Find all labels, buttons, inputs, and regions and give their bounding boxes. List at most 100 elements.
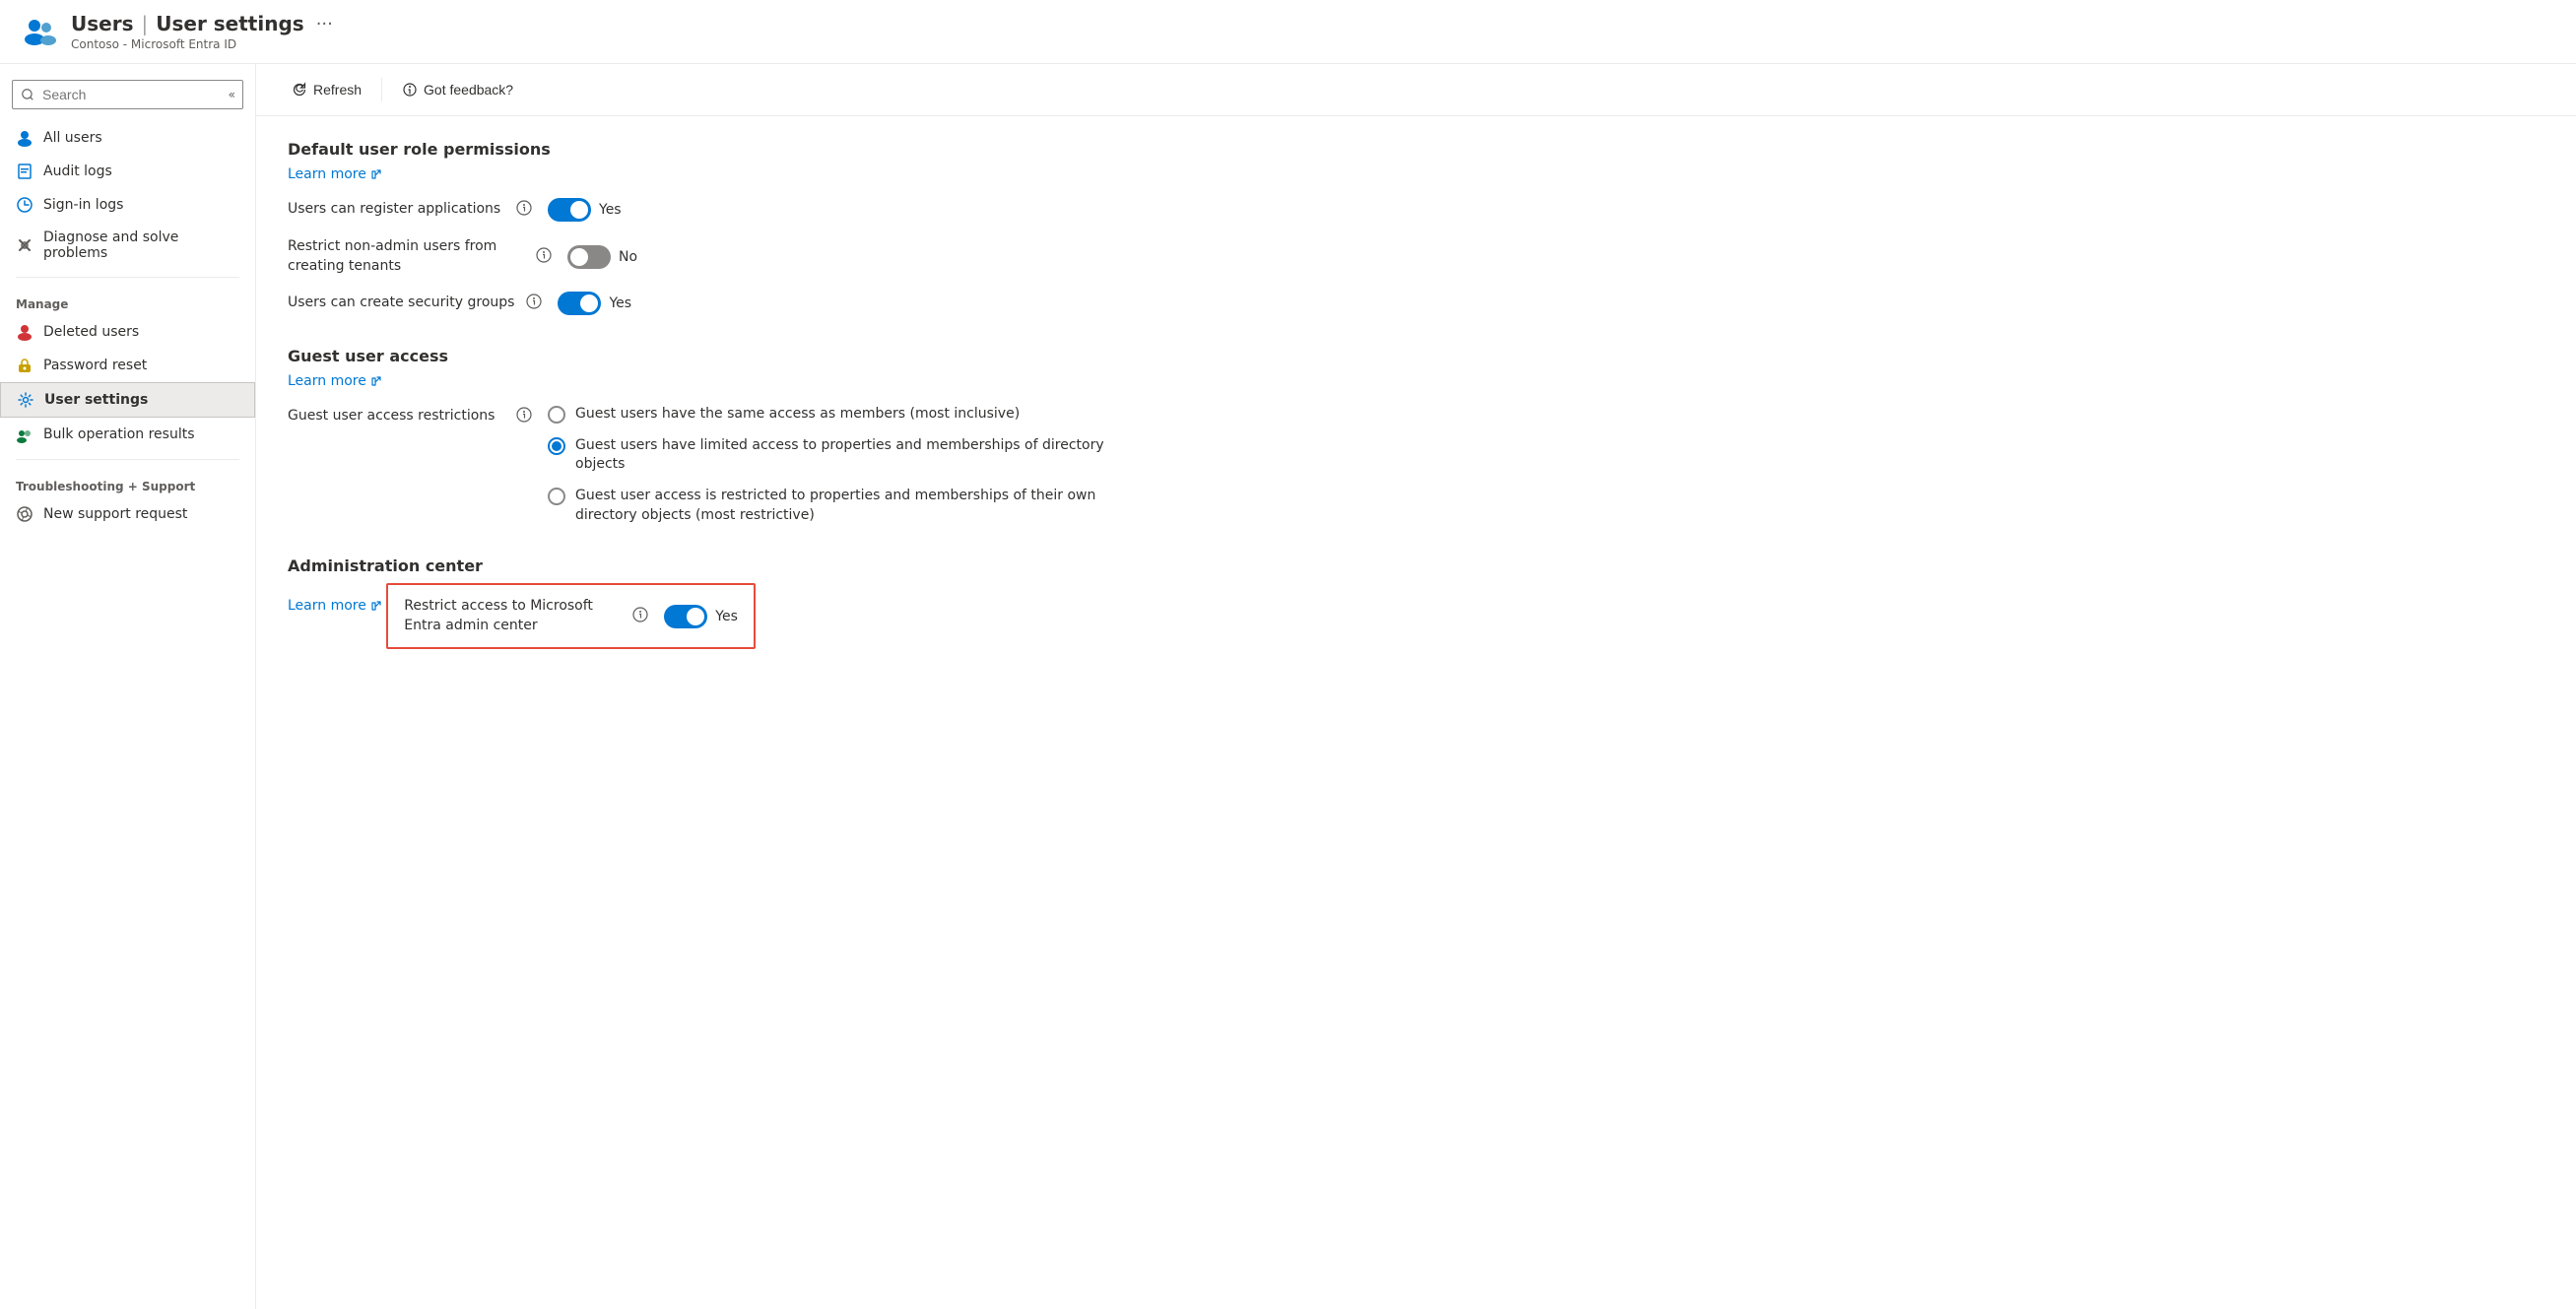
security-groups-label: Users can create security groups bbox=[288, 294, 514, 313]
section3-learn-more[interactable]: Learn more bbox=[288, 598, 382, 614]
header-title: Users bbox=[71, 12, 133, 35]
radio-label-1: Guest users have the same access as memb… bbox=[575, 405, 1020, 425]
restrict-admin-info-icon[interactable] bbox=[632, 607, 648, 626]
section1-learn-more[interactable]: Learn more bbox=[288, 166, 382, 182]
header-subtitle: User settings bbox=[156, 12, 303, 35]
section3-title: Administration center bbox=[288, 556, 1111, 575]
sidebar: « All users Audit logs Sign-in logs Di bbox=[0, 64, 256, 1309]
refresh-label: Refresh bbox=[313, 82, 362, 98]
radio-label-2: Guest users have limited access to prope… bbox=[575, 436, 1111, 475]
sidebar-item-all-users[interactable]: All users bbox=[0, 121, 255, 155]
content-body: Default user role permissions Learn more… bbox=[256, 116, 1143, 704]
users-header-icon bbox=[20, 12, 59, 51]
external-link-icon bbox=[370, 168, 382, 180]
restrict-admin-toggle[interactable] bbox=[664, 605, 707, 628]
manage-section-label: Manage bbox=[0, 286, 255, 315]
security-groups-toggle[interactable] bbox=[558, 292, 601, 315]
radio-circle-2 bbox=[548, 437, 565, 455]
guest-restrictions-label: Guest user access restrictions bbox=[288, 405, 504, 426]
register-apps-label: Users can register applications bbox=[288, 200, 504, 220]
setting-register-apps: Users can register applications Yes bbox=[288, 198, 1111, 222]
deleted-icon bbox=[16, 323, 33, 341]
audit-icon bbox=[16, 163, 33, 180]
restrict-tenants-info-icon[interactable] bbox=[536, 247, 552, 267]
radio-circle-1 bbox=[548, 406, 565, 424]
diagnose-icon bbox=[16, 236, 33, 254]
sidebar-item-user-settings[interactable]: User settings bbox=[0, 382, 255, 418]
toolbar-separator bbox=[381, 78, 382, 101]
setting-restrict-admin: Restrict access to Microsoft Entra admin… bbox=[404, 597, 738, 635]
signin-icon bbox=[16, 196, 33, 214]
sidebar-label-new-support: New support request bbox=[43, 506, 187, 522]
restrict-tenants-label: Restrict non-admin users from creating t… bbox=[288, 237, 524, 276]
radio-limited-access[interactable]: Guest users have limited access to prope… bbox=[548, 436, 1111, 475]
register-apps-value: Yes bbox=[599, 202, 622, 218]
collapse-button[interactable]: « bbox=[229, 88, 235, 101]
sidebar-label-user-settings: User settings bbox=[44, 392, 148, 408]
security-groups-toggle-control: Yes bbox=[558, 292, 631, 315]
sidebar-label-deleted-users: Deleted users bbox=[43, 324, 139, 340]
security-groups-info-icon[interactable] bbox=[526, 294, 542, 313]
register-apps-toggle[interactable] bbox=[548, 198, 591, 222]
restrict-admin-value: Yes bbox=[715, 609, 738, 624]
section1-title: Default user role permissions bbox=[288, 140, 1111, 159]
section-default-permissions: Default user role permissions Learn more… bbox=[288, 140, 1111, 315]
header-separator: | bbox=[141, 12, 148, 35]
sidebar-item-deleted-users[interactable]: Deleted users bbox=[0, 315, 255, 349]
section-guest-access: Guest user access Learn more Guest user … bbox=[288, 347, 1111, 525]
settings-icon bbox=[17, 391, 34, 409]
external-link-icon3 bbox=[370, 600, 382, 612]
restrict-tenants-toggle-control: No bbox=[567, 245, 637, 269]
guest-restrictions-info-icon[interactable] bbox=[516, 407, 532, 426]
section2-learn-more[interactable]: Learn more bbox=[288, 373, 382, 389]
support-icon bbox=[16, 505, 33, 523]
restrict-admin-toggle-control: Yes bbox=[664, 605, 738, 628]
content-area: Refresh Got feedback? Default user role … bbox=[256, 64, 2576, 1309]
header-text: Users | User settings ··· Contoso - Micr… bbox=[71, 12, 333, 51]
section2-title: Guest user access bbox=[288, 347, 1111, 365]
external-link-icon2 bbox=[370, 375, 382, 387]
sidebar-item-signin-logs[interactable]: Sign-in logs bbox=[0, 188, 255, 222]
sidebar-item-new-support[interactable]: New support request bbox=[0, 497, 255, 531]
setting-restrict-tenants: Restrict non-admin users from creating t… bbox=[288, 237, 1111, 276]
password-icon bbox=[16, 357, 33, 374]
restrict-admin-center-box: Restrict access to Microsoft Entra admin… bbox=[386, 583, 756, 649]
guest-access-restrictions-row: Guest user access restrictions Guest use… bbox=[288, 405, 1111, 525]
radio-restricted-access[interactable]: Guest user access is restricted to prope… bbox=[548, 487, 1111, 525]
sidebar-item-audit-logs[interactable]: Audit logs bbox=[0, 155, 255, 188]
header-dots[interactable]: ··· bbox=[316, 14, 333, 34]
sidebar-label-bulk-operations: Bulk operation results bbox=[43, 426, 195, 442]
restrict-admin-label: Restrict access to Microsoft Entra admin… bbox=[404, 597, 621, 635]
sidebar-item-diagnose[interactable]: Diagnose and solve problems bbox=[0, 222, 255, 269]
sidebar-label-diagnose: Diagnose and solve problems bbox=[43, 229, 239, 261]
refresh-icon bbox=[292, 82, 307, 98]
sidebar-label-password-reset: Password reset bbox=[43, 358, 147, 373]
sidebar-label-signin-logs: Sign-in logs bbox=[43, 197, 123, 213]
setting-security-groups: Users can create security groups Yes bbox=[288, 292, 1111, 315]
feedback-button[interactable]: Got feedback? bbox=[390, 76, 525, 103]
security-groups-value: Yes bbox=[609, 295, 631, 311]
feedback-icon bbox=[402, 82, 418, 98]
radio-same-as-members[interactable]: Guest users have the same access as memb… bbox=[548, 405, 1111, 425]
troubleshooting-section-label: Troubleshooting + Support bbox=[0, 468, 255, 497]
restrict-tenants-toggle[interactable] bbox=[567, 245, 611, 269]
radio-circle-3 bbox=[548, 488, 565, 505]
sidebar-label-all-users: All users bbox=[43, 130, 102, 146]
register-apps-toggle-control: Yes bbox=[548, 198, 622, 222]
search-container: « bbox=[12, 80, 243, 109]
refresh-button[interactable]: Refresh bbox=[280, 76, 373, 103]
person-icon bbox=[16, 129, 33, 147]
page-header: Users | User settings ··· Contoso - Micr… bbox=[0, 0, 2576, 64]
sidebar-label-audit-logs: Audit logs bbox=[43, 164, 112, 179]
restrict-tenants-value: No bbox=[619, 249, 637, 265]
sidebar-item-password-reset[interactable]: Password reset bbox=[0, 349, 255, 382]
register-apps-info-icon[interactable] bbox=[516, 200, 532, 220]
section-admin-center: Administration center Learn more Restric… bbox=[288, 556, 1111, 649]
sidebar-item-bulk-operations[interactable]: Bulk operation results bbox=[0, 418, 255, 451]
content-toolbar: Refresh Got feedback? bbox=[256, 64, 2576, 116]
bulk-icon bbox=[16, 425, 33, 443]
guest-access-radio-group: Guest users have the same access as memb… bbox=[548, 405, 1111, 525]
feedback-label: Got feedback? bbox=[424, 82, 513, 98]
search-input[interactable] bbox=[12, 80, 243, 109]
header-breadcrumb: Contoso - Microsoft Entra ID bbox=[71, 37, 333, 51]
